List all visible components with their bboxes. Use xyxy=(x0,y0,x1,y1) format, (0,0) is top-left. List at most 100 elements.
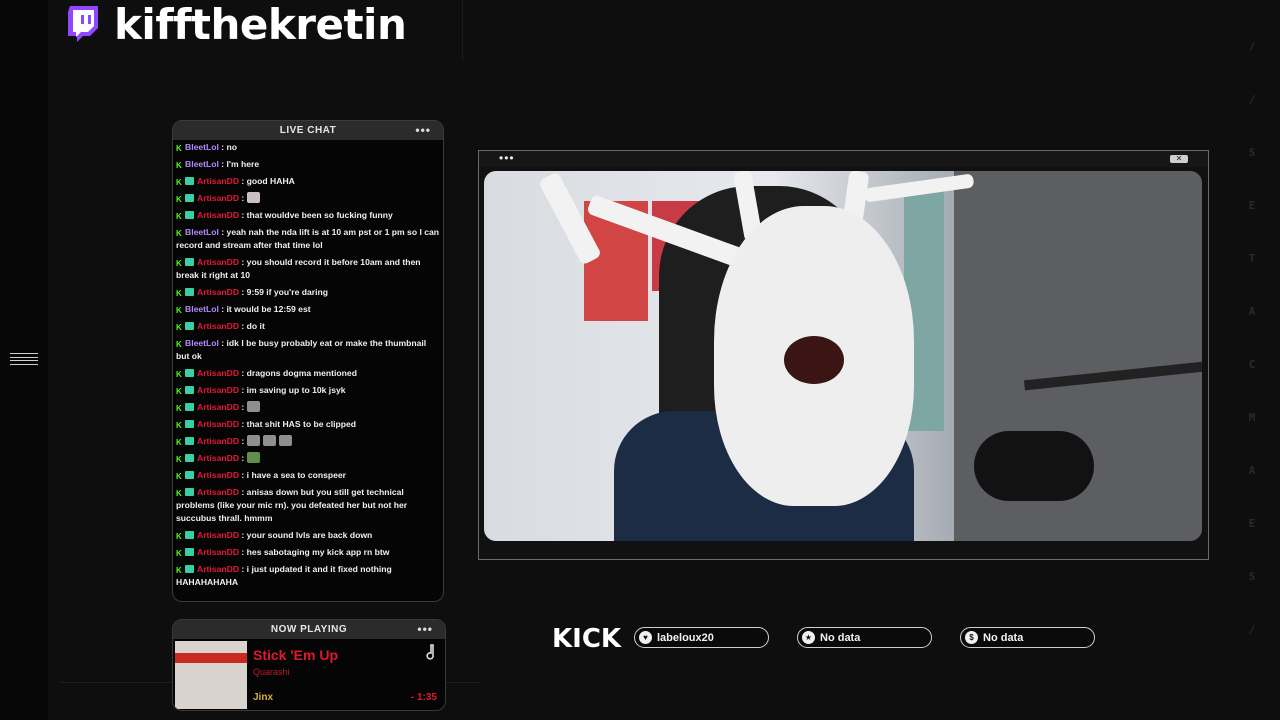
chat-separator: : xyxy=(218,338,227,348)
twitch-icon xyxy=(68,6,98,42)
chat-username[interactable]: BleetLol xyxy=(185,142,219,152)
chat-message: K ArtisanDD : you should record it before… xyxy=(176,256,440,282)
stat-follower: ♥ labeloux20 xyxy=(634,627,769,648)
subscriber-badge-icon xyxy=(185,288,194,296)
kick-badge-icon: K xyxy=(176,259,182,268)
chat-username[interactable]: ArtisanDD xyxy=(197,453,239,463)
chat-username[interactable]: BleetLol xyxy=(185,227,219,237)
dollar-icon: $ xyxy=(965,631,978,644)
kick-badge-icon: K xyxy=(176,549,182,558)
chat-message: K ArtisanDD : hes sabotaging my kick app … xyxy=(176,546,440,559)
chat-separator: : xyxy=(239,419,247,429)
chat-separator: : xyxy=(218,142,227,152)
chat-messages: K BleetLol : no K BleetLol : I'm here K Artis… xyxy=(173,140,443,589)
star-icon: ★ xyxy=(802,631,815,644)
track-time-remaining: - 1:35 xyxy=(410,692,437,703)
stat-label: labeloux20 xyxy=(657,631,714,644)
now-playing-title: NOW PLAYING xyxy=(270,624,348,635)
track-title: Stick 'Em Up xyxy=(253,647,339,663)
now-playing-more-icon[interactable]: ••• xyxy=(417,622,433,636)
chat-separator: : xyxy=(239,287,247,297)
chat-username[interactable]: ArtisanDD xyxy=(197,287,239,297)
chat-username[interactable]: ArtisanDD xyxy=(197,257,239,267)
chat-message: K ArtisanDD : xyxy=(176,452,440,465)
chat-separator: : xyxy=(239,487,247,497)
webcam-titlebar: ••• ✕ xyxy=(479,151,1208,167)
gun-emote-icon xyxy=(246,435,260,446)
chat-message: K ArtisanDD : xyxy=(176,192,440,205)
chat-separator: : xyxy=(239,564,247,574)
chat-username[interactable]: ArtisanDD xyxy=(197,487,239,497)
chat-message: K ArtisanDD : do it xyxy=(176,320,440,333)
chat-message: K ArtisanDD : good HAHA xyxy=(176,175,440,188)
chat-title: LIVE CHAT xyxy=(279,125,337,136)
chat-username[interactable]: ArtisanDD xyxy=(197,402,239,412)
kick-badge-icon: K xyxy=(176,229,182,238)
chat-username[interactable]: ArtisanDD xyxy=(197,470,239,480)
chat-message: K BleetLol : no xyxy=(176,141,440,154)
kick-badge-icon: K xyxy=(176,323,182,332)
now-playing-panel: NOW PLAYING ••• Stick 'Em Up Quarashi Ji… xyxy=(172,619,446,711)
chat-text: your sound lvls are back down xyxy=(246,530,373,540)
stat-subscriber: ★ No data xyxy=(797,627,932,648)
channel-header: kiffthekretin xyxy=(66,0,407,49)
chat-username[interactable]: BleetLol xyxy=(185,304,219,314)
chat-text: no xyxy=(226,142,238,152)
subscriber-badge-icon xyxy=(185,437,194,445)
chat-message: K ArtisanDD : xyxy=(176,401,440,414)
chat-separator: : xyxy=(218,159,227,169)
kick-badge-icon: K xyxy=(176,472,182,481)
chat-separator: : xyxy=(239,402,247,412)
kick-badge-icon: K xyxy=(176,532,182,541)
chat-separator: : xyxy=(239,193,247,203)
live-chat-panel: LIVE CHAT ••• K BleetLol : no K BleetLol : … xyxy=(172,120,444,602)
chat-text: do it xyxy=(246,321,265,331)
kick-badge-icon: K xyxy=(176,161,182,170)
chat-username[interactable]: BleetLol xyxy=(185,338,219,348)
kick-badge-icon: K xyxy=(176,489,182,498)
chat-separator: : xyxy=(239,453,247,463)
chat-username[interactable]: ArtisanDD xyxy=(197,564,239,574)
track-artist: Quarashi xyxy=(253,667,290,677)
webcam-dots-icon: ••• xyxy=(499,151,515,165)
gun-emote-icon xyxy=(246,401,260,412)
chat-separator: : xyxy=(239,547,247,557)
chat-username[interactable]: ArtisanDD xyxy=(197,547,239,557)
chat-username[interactable]: ArtisanDD xyxy=(197,176,239,186)
chat-username[interactable]: ArtisanDD xyxy=(197,419,239,429)
webcam-window: ••• ✕ xyxy=(478,150,1209,560)
chat-separator: : xyxy=(218,227,227,237)
chat-more-icon[interactable]: ••• xyxy=(415,123,431,137)
kick-badge-icon: K xyxy=(176,144,182,153)
chat-message: K BleetLol : I'm here xyxy=(176,158,440,171)
subscriber-badge-icon xyxy=(185,386,194,394)
chat-text: hes sabotaging my kick app rn btw xyxy=(246,547,390,557)
chat-message: K ArtisanDD : i just updated it and it fi… xyxy=(176,563,440,589)
subscriber-badge-icon xyxy=(185,565,194,573)
frog-emote-icon xyxy=(246,452,260,463)
subscriber-badge-icon xyxy=(185,194,194,202)
chat-message: K ArtisanDD : xyxy=(176,435,440,448)
chat-message: K ArtisanDD : that shit HAS to be clipped xyxy=(176,418,440,431)
hamburger-menu-icon[interactable] xyxy=(10,353,38,365)
chat-username[interactable]: ArtisanDD xyxy=(197,210,239,220)
subscriber-badge-icon xyxy=(185,369,194,377)
chat-message: K ArtisanDD : that wouldve been so fuckin… xyxy=(176,209,440,222)
chat-username[interactable]: ArtisanDD xyxy=(197,368,239,378)
chat-username[interactable]: ArtisanDD xyxy=(197,436,239,446)
chat-message: K BleetLol : yeah nah the nda lift is at … xyxy=(176,226,440,252)
chat-text: im saving up to 10k jsyk xyxy=(246,385,346,395)
kick-badge-icon: K xyxy=(176,566,182,575)
chat-message: K BleetLol : idk I be busy probably eat o… xyxy=(176,337,440,363)
kick-badge-icon: K xyxy=(176,421,182,430)
webcam-close-icon[interactable]: ✕ xyxy=(1170,155,1188,163)
subscriber-badge-icon xyxy=(185,420,194,428)
subscriber-badge-icon xyxy=(185,548,194,556)
chat-username[interactable]: ArtisanDD xyxy=(197,193,239,203)
chat-username[interactable]: ArtisanDD xyxy=(197,321,239,331)
kick-badge-icon: K xyxy=(176,212,182,221)
chat-username[interactable]: ArtisanDD xyxy=(197,385,239,395)
chat-username[interactable]: ArtisanDD xyxy=(197,530,239,540)
chat-message: K ArtisanDD : im saving up to 10k jsyk xyxy=(176,384,440,397)
chat-username[interactable]: BleetLol xyxy=(185,159,219,169)
